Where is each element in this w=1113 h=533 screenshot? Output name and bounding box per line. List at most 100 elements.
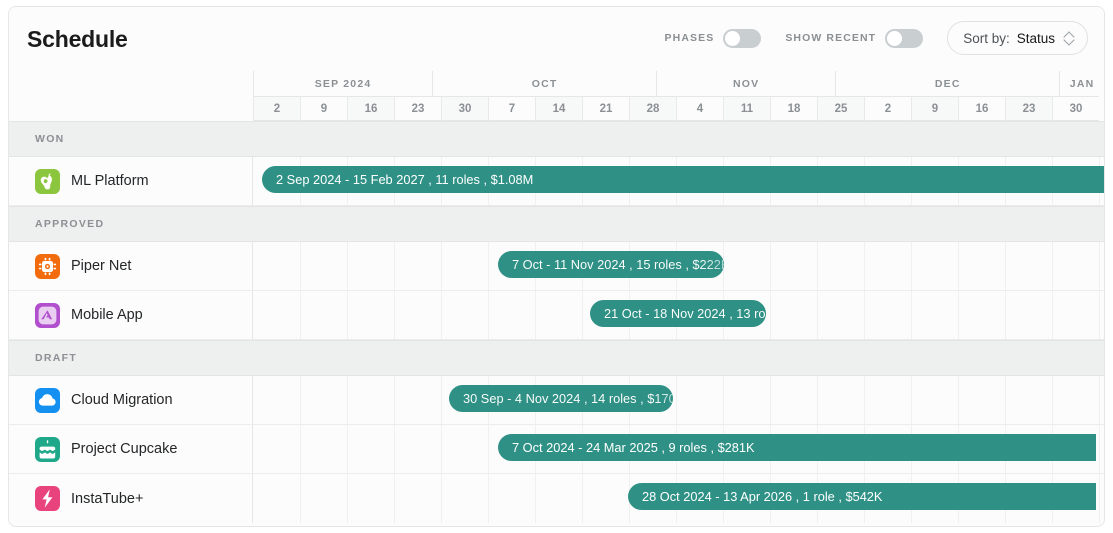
gridline: [488, 242, 489, 290]
sort-by-select[interactable]: Sort by: Status: [947, 21, 1088, 55]
show-recent-toggle-knob: [887, 30, 903, 46]
gridline: [1099, 425, 1100, 473]
show-recent-toggle[interactable]: [885, 28, 924, 48]
gridline: [300, 242, 301, 290]
project-row[interactable]: Mobile App 21 Oct - 18 Nov 2024 , 13 role…: [9, 291, 1104, 340]
project-name-label: Cloud Migration: [71, 392, 173, 408]
project-name-cell[interactable]: InstaTube+: [9, 474, 253, 523]
gridline: [347, 376, 348, 424]
group-header: APPROVED: [9, 206, 1104, 242]
gridline: [864, 291, 865, 339]
month-cell: SEP 2024: [253, 71, 433, 96]
gridline: [723, 376, 724, 424]
week-cell: 23: [394, 96, 441, 121]
gridline: [300, 425, 301, 473]
app-store-icon: [35, 302, 60, 328]
phases-toggle-group[interactable]: PHASES: [664, 28, 762, 48]
gridline: [958, 291, 959, 339]
gridline: [864, 376, 865, 424]
phases-toggle[interactable]: [723, 28, 762, 48]
project-groups: WON ML Platform 2 Sep 2024 - 15 Feb 2027 ,…: [9, 121, 1104, 523]
gantt-bar[interactable]: 2 Sep 2024 - 15 Feb 2027 , 11 roles , $1…: [262, 166, 1104, 193]
gridline: [958, 242, 959, 290]
gridline: [300, 376, 301, 424]
week-cell: 4: [676, 96, 723, 121]
gridline: [770, 242, 771, 290]
timeline-header: SEP 2024 OCT NOV DEC JAN 2 9 16 23 30 7 14 21 28 4 11 1…: [9, 71, 1104, 121]
schedule-card: Schedule PHASES SHOW RECENT Sort by: Sta…: [8, 6, 1105, 527]
gantt-bar-label: 2 Sep 2024 - 15 Feb 2027 , 11 roles , $1…: [276, 172, 534, 187]
gridline: [394, 291, 395, 339]
project-name-cell[interactable]: Project Cupcake: [9, 425, 253, 473]
page-title: Schedule: [27, 25, 128, 52]
project-row[interactable]: Project Cupcake 7 Oct 2024 - 24 Mar 2025 …: [9, 425, 1104, 474]
gridline: [582, 291, 583, 339]
gantt-track: 2 Sep 2024 - 15 Feb 2027 , 11 roles , $1…: [253, 157, 1104, 205]
gridline: [911, 291, 912, 339]
phases-toggle-knob: [725, 30, 741, 46]
phases-toggle-label: PHASES: [664, 32, 715, 44]
group-header: DRAFT: [9, 340, 1104, 376]
week-cell: 7: [488, 96, 535, 121]
gridline: [347, 474, 348, 523]
show-recent-toggle-group[interactable]: SHOW RECENT: [785, 28, 924, 48]
week-cell: 11: [723, 96, 770, 121]
week-cell: 28: [629, 96, 676, 121]
project-row[interactable]: Cloud Migration 30 Sep - 4 Nov 2024 , 14 …: [9, 376, 1104, 425]
gantt-track: 28 Oct 2024 - 13 Apr 2026 , 1 role , $54…: [253, 474, 1104, 523]
project-name-cell[interactable]: Mobile App: [9, 291, 253, 339]
month-row: SEP 2024 OCT NOV DEC JAN: [253, 71, 1104, 96]
project-row[interactable]: InstaTube+ 28 Oct 2024 - 13 Apr 2026 , 1 …: [9, 474, 1104, 523]
project-row[interactable]: ML Platform 2 Sep 2024 - 15 Feb 2027 , 11…: [9, 157, 1104, 206]
gridline: [488, 425, 489, 473]
gantt-bar[interactable]: 30 Sep - 4 Nov 2024 , 14 roles , $170K: [449, 385, 673, 412]
week-cell: 25: [817, 96, 864, 121]
gridline: [817, 242, 818, 290]
gantt-bar[interactable]: 28 Oct 2024 - 13 Apr 2026 , 1 role , $54…: [628, 483, 1096, 510]
cake-icon: [35, 436, 60, 462]
gridline: [1099, 291, 1100, 339]
project-name-label: Project Cupcake: [71, 441, 178, 457]
gridline: [347, 242, 348, 290]
project-name-label: InstaTube+: [71, 490, 144, 507]
month-cell: DEC: [835, 71, 1060, 96]
gridline: [958, 376, 959, 424]
gridline: [864, 242, 865, 290]
gantt-track: 7 Oct - 11 Nov 2024 , 15 roles , $222K: [253, 242, 1104, 290]
week-cell: 2: [864, 96, 911, 121]
project-name-label: Mobile App: [71, 307, 143, 323]
cpu-chip-icon: [35, 253, 60, 279]
gridline: [817, 376, 818, 424]
timeline-grid: SEP 2024 OCT NOV DEC JAN 2 9 16 23 30 7 14 21 28 4 11 1…: [9, 71, 1104, 523]
group-header: WON: [9, 121, 1104, 157]
month-cell: OCT: [432, 71, 657, 96]
gantt-bar[interactable]: 7 Oct 2024 - 24 Mar 2025 , 9 roles , $28…: [498, 434, 1096, 461]
month-cell: JAN: [1059, 71, 1104, 96]
pear-icon: [35, 168, 60, 194]
gridline: [300, 474, 301, 523]
gantt-bar-label: 28 Oct 2024 - 13 Apr 2026 , 1 role , $54…: [642, 489, 883, 504]
project-row[interactable]: Piper Net 7 Oct - 11 Nov 2024 , 15 roles …: [9, 242, 1104, 291]
week-cell: 16: [347, 96, 394, 121]
week-cell: 30: [441, 96, 488, 121]
week-cell: 14: [535, 96, 582, 121]
gridline: [1099, 242, 1100, 290]
gantt-bar[interactable]: 21 Oct - 18 Nov 2024 , 13 roles , $198K: [590, 300, 766, 327]
gridline: [1005, 376, 1006, 424]
gridline: [1099, 376, 1100, 424]
project-name-cell[interactable]: ML Platform: [9, 157, 253, 205]
week-cell: 9: [911, 96, 958, 121]
gantt-bar[interactable]: 7 Oct - 11 Nov 2024 , 15 roles , $222K: [498, 251, 724, 278]
timeline-header-gutter: [9, 71, 253, 121]
week-cell: 23: [1005, 96, 1052, 121]
gridline: [770, 291, 771, 339]
gantt-bar-label: 21 Oct - 18 Nov 2024 , 13 roles , $198K: [590, 300, 766, 327]
show-recent-toggle-label: SHOW RECENT: [785, 32, 877, 44]
timeline-header-scale: SEP 2024 OCT NOV DEC JAN 2 9 16 23 30 7 14 21 28 4 11 1…: [253, 71, 1104, 121]
gridline: [1005, 242, 1006, 290]
gridline: [1099, 474, 1100, 523]
gridline: [441, 242, 442, 290]
gantt-bar-label: 7 Oct - 11 Nov 2024 , 15 roles , $222K: [498, 251, 724, 278]
project-name-cell[interactable]: Piper Net: [9, 242, 253, 290]
project-name-cell[interactable]: Cloud Migration: [9, 376, 253, 424]
